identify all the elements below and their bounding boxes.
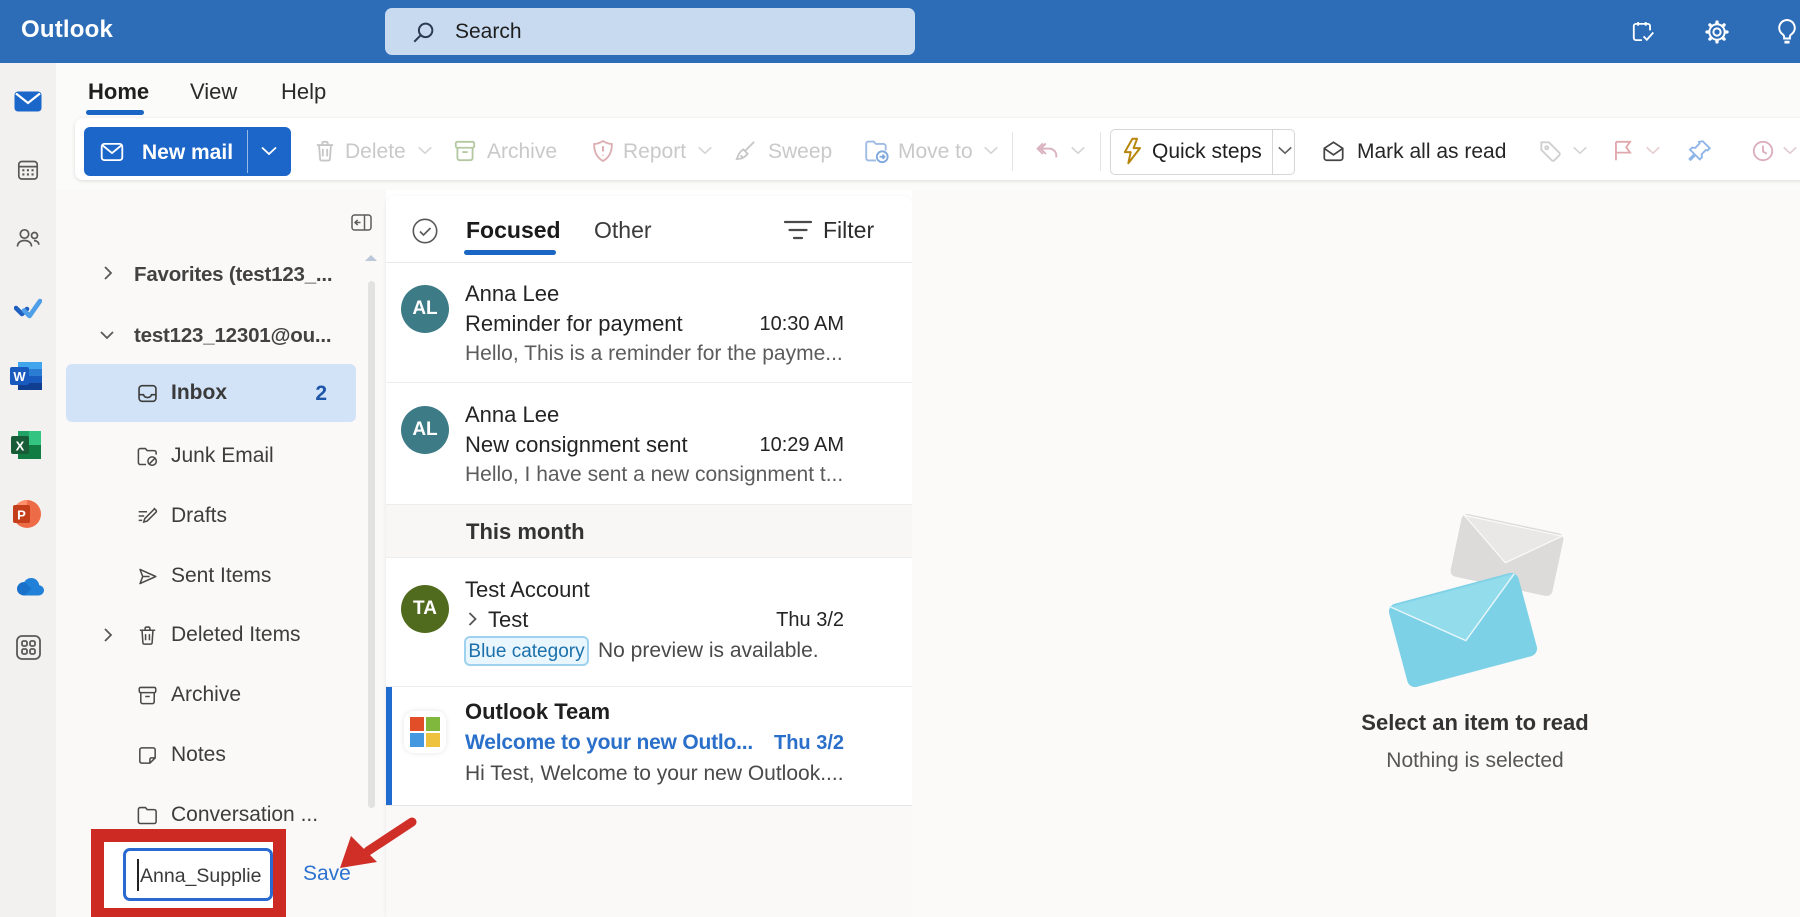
svg-text:X: X [16,439,25,454]
svg-text:W: W [13,369,26,384]
svg-text:P: P [17,508,26,523]
